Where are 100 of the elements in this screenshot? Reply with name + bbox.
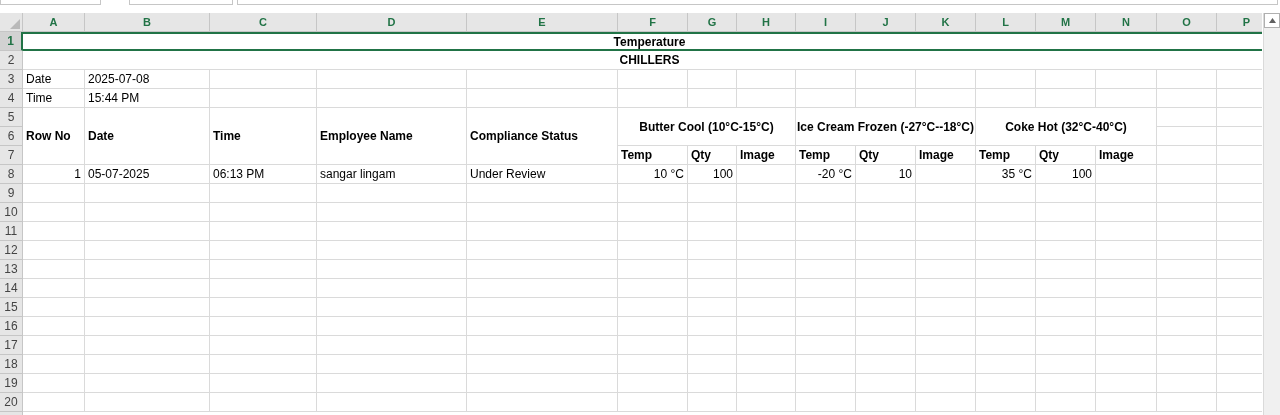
empty-cell xyxy=(976,317,1036,336)
vertical-scrollbar[interactable] xyxy=(1263,13,1280,415)
empty-cell xyxy=(976,260,1036,279)
empty-cell xyxy=(796,374,856,393)
row-header[interactable]: 11 xyxy=(0,222,23,241)
table-cell: Butter Cool (10°C-15°C) xyxy=(618,108,796,146)
column-header[interactable]: O xyxy=(1157,13,1217,32)
column-header[interactable]: C xyxy=(210,13,317,32)
empty-cell xyxy=(796,393,856,412)
column-header[interactable]: M xyxy=(1036,13,1096,32)
function-box[interactable] xyxy=(129,0,233,5)
empty-cell xyxy=(1036,336,1096,355)
empty-cell xyxy=(1096,374,1157,393)
row-header[interactable]: 19 xyxy=(0,374,23,393)
empty-cell xyxy=(916,336,976,355)
row-header[interactable]: 13 xyxy=(0,260,23,279)
scroll-up-button[interactable] xyxy=(1264,13,1280,28)
empty-cell xyxy=(976,355,1036,374)
empty-cell xyxy=(1096,260,1157,279)
empty-cell xyxy=(1157,317,1217,336)
row-header[interactable]: 6 xyxy=(0,127,23,146)
empty-cell xyxy=(1157,298,1217,317)
empty-cell xyxy=(618,260,688,279)
empty-cell xyxy=(916,222,976,241)
select-all-corner[interactable] xyxy=(0,13,23,32)
empty-cell xyxy=(1096,241,1157,260)
column-header[interactable]: D xyxy=(317,13,467,32)
table-cell: Ice Cream Frozen (-27°C--18°C) xyxy=(796,108,976,146)
column-header[interactable]: A xyxy=(23,13,85,32)
empty-cell xyxy=(1036,241,1096,260)
table-cell: -20 °C xyxy=(796,165,856,184)
column-header[interactable]: J xyxy=(856,13,916,32)
column-header[interactable]: G xyxy=(688,13,737,32)
empty-cell xyxy=(688,355,737,374)
formula-field[interactable] xyxy=(237,0,1278,5)
column-header[interactable]: F xyxy=(618,13,688,32)
row-header[interactable]: 16 xyxy=(0,317,23,336)
column-header[interactable]: E xyxy=(467,13,618,32)
empty-cell xyxy=(1157,241,1217,260)
corner-triangle-icon xyxy=(10,19,20,29)
row-header[interactable]: 8 xyxy=(0,165,23,184)
row-header[interactable]: 12 xyxy=(0,241,23,260)
row-header[interactable]: 1 xyxy=(0,32,23,51)
row-header[interactable]: 20 xyxy=(0,393,23,412)
empty-cell xyxy=(856,336,916,355)
row-header[interactable]: 4 xyxy=(0,89,23,108)
empty-cell xyxy=(916,298,976,317)
empty-cell xyxy=(796,317,856,336)
row-header[interactable]: 10 xyxy=(0,203,23,222)
row-header[interactable]: 9 xyxy=(0,184,23,203)
empty-cell xyxy=(916,184,976,203)
empty-cell xyxy=(1036,298,1096,317)
column-header[interactable]: N xyxy=(1096,13,1157,32)
empty-cell xyxy=(1157,393,1217,412)
table-cell: Temperature xyxy=(23,32,1262,51)
empty-cell xyxy=(1036,260,1096,279)
empty-cell xyxy=(976,298,1036,317)
row-header[interactable]: 15 xyxy=(0,298,23,317)
name-box[interactable] xyxy=(0,0,101,5)
empty-cell xyxy=(1157,203,1217,222)
table-cell: Temp xyxy=(976,146,1036,165)
empty-cell xyxy=(796,336,856,355)
column-header[interactable]: H xyxy=(737,13,796,32)
table-cell: Time xyxy=(210,108,317,165)
empty-cell xyxy=(1157,89,1217,108)
row-header[interactable]: 2 xyxy=(0,51,23,70)
row-header[interactable]: 3 xyxy=(0,70,23,89)
table-cell: 35 °C xyxy=(976,165,1036,184)
empty-cell xyxy=(796,298,856,317)
table-cell: 05-07-2025 xyxy=(85,165,210,184)
empty-cell xyxy=(976,203,1036,222)
row-header[interactable]: 18 xyxy=(0,355,23,374)
empty-cell xyxy=(688,203,737,222)
column-header[interactable]: B xyxy=(85,13,210,32)
column-header[interactable]: P xyxy=(1217,13,1262,32)
empty-cell xyxy=(976,241,1036,260)
up-arrow-icon xyxy=(1268,18,1276,23)
empty-cell xyxy=(737,260,796,279)
empty-cell xyxy=(856,260,916,279)
empty-cell xyxy=(737,298,796,317)
empty-cell xyxy=(618,336,688,355)
table-cell: Date xyxy=(85,108,210,165)
row-header[interactable]: 14 xyxy=(0,279,23,298)
column-header[interactable]: L xyxy=(976,13,1036,32)
column-header[interactable]: K xyxy=(916,13,976,32)
row-header[interactable]: 7 xyxy=(0,146,23,165)
empty-cell xyxy=(1036,222,1096,241)
empty-cell xyxy=(688,298,737,317)
empty-cell xyxy=(916,241,976,260)
table-cell: Image xyxy=(1096,146,1157,165)
empty-cell xyxy=(796,241,856,260)
empty-cell xyxy=(1036,374,1096,393)
empty-cell xyxy=(916,393,976,412)
table-cell: Image xyxy=(916,146,976,165)
empty-cell xyxy=(856,317,916,336)
row-header[interactable]: 5 xyxy=(0,108,23,127)
empty-cell xyxy=(618,374,688,393)
column-header[interactable]: I xyxy=(796,13,856,32)
row-header[interactable]: 17 xyxy=(0,336,23,355)
empty-cell xyxy=(1096,279,1157,298)
